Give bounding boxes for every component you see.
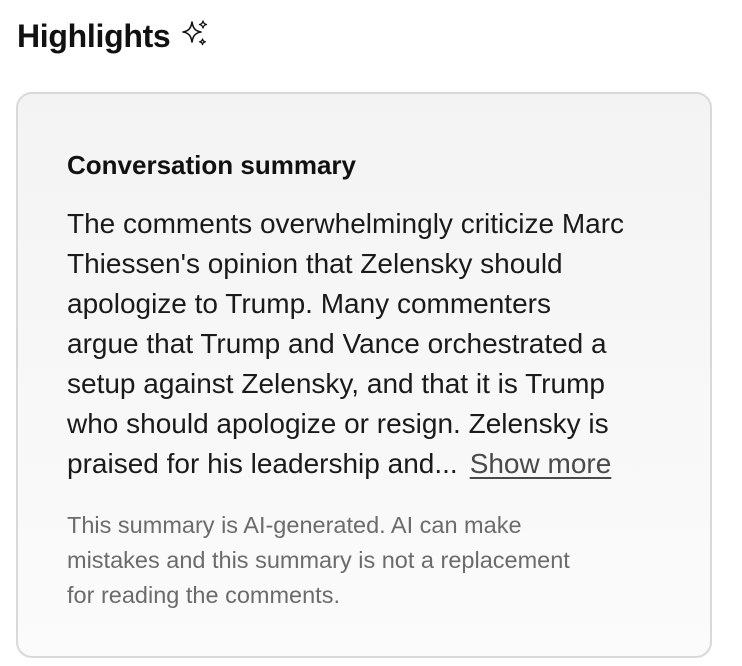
summary-line: The comments overwhelmingly criticize Ma… <box>67 208 625 239</box>
summary-line: Thiessen's opinion that Zelensky should <box>67 248 563 279</box>
show-more-link[interactable]: Show more <box>470 448 612 479</box>
disclaimer-line: mistakes and this summary is not a repla… <box>67 547 570 573</box>
summary-line: praised for his leadership and... <box>67 448 458 479</box>
disclaimer-line: This summary is AI-generated. AI can mak… <box>67 512 522 538</box>
highlights-title: Highlights <box>17 17 171 54</box>
summary-line: apologize to Trump. Many commenters <box>67 288 551 319</box>
summary-line: setup against Zelensky, and that it is T… <box>67 368 605 399</box>
card-title: Conversation summary <box>67 150 356 180</box>
ai-disclaimer: This summary is AI-generated. AI can mak… <box>67 508 667 613</box>
summary-text: The comments overwhelmingly criticize Ma… <box>67 204 682 484</box>
disclaimer-line: for reading the comments. <box>67 582 340 608</box>
summary-line: who should apologize or resign. Zelensky… <box>67 408 609 439</box>
sparkle-icon <box>180 19 210 49</box>
summary-last-line: praised for his leadership and... Show mo… <box>67 444 682 484</box>
highlights-header: Highlights <box>17 14 210 58</box>
conversation-summary-card: Conversation summary The comments overwh… <box>16 92 712 658</box>
summary-line: argue that Trump and Vance orchestrated … <box>67 328 607 359</box>
